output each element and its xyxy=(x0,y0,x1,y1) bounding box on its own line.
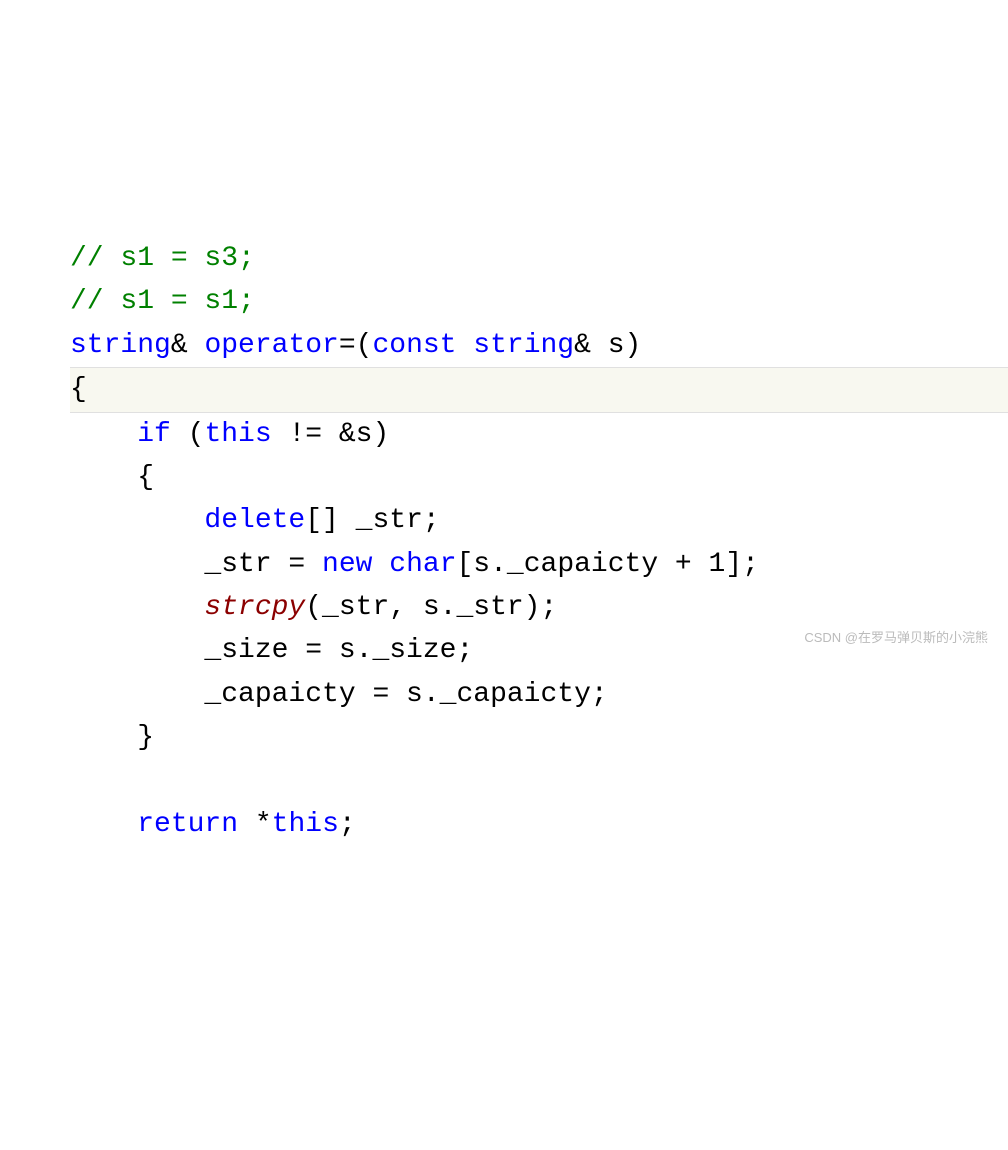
code-line: return *this; xyxy=(70,803,1008,846)
code-line: } xyxy=(70,716,1008,759)
code-line xyxy=(70,760,1008,803)
code-line-highlighted: { xyxy=(70,367,1008,412)
code-line: _str = new char[s._capaicty + 1]; xyxy=(70,543,1008,586)
code-line: { xyxy=(70,456,1008,499)
const-keyword: const xyxy=(372,330,456,361)
code-line: delete[] _str; xyxy=(70,499,1008,542)
code-line: // s1 = s3; xyxy=(70,237,1008,280)
code-line: // s1 = s1; xyxy=(70,280,1008,323)
code-line: if (this != &s) xyxy=(70,413,1008,456)
delete-keyword: delete xyxy=(204,505,305,536)
char-keyword: char xyxy=(389,549,456,580)
this-keyword: this xyxy=(272,809,339,840)
code-line: strcpy(_str, s._str); xyxy=(70,586,1008,629)
this-keyword: this xyxy=(204,419,271,450)
strcpy-function: strcpy xyxy=(204,592,305,623)
operator-keyword: operator xyxy=(204,330,338,361)
watermark-text: CSDN @在罗马弹贝斯的小浣熊 xyxy=(804,628,988,648)
code-block: // s1 = s3; // s1 = s1; string& operator=(… xyxy=(0,194,1008,847)
code-line: string& operator=(const string& s) xyxy=(70,324,1008,367)
if-keyword: if xyxy=(137,419,171,450)
type-keyword: string xyxy=(473,330,574,361)
type-keyword: string xyxy=(70,330,171,361)
return-keyword: return xyxy=(137,809,238,840)
code-line: _capaicty = s._capaicty; xyxy=(70,673,1008,716)
new-keyword: new xyxy=(322,549,372,580)
comment-text: // s1 = s1; xyxy=(70,286,255,317)
comment-text: // s1 = s3; xyxy=(70,243,255,274)
